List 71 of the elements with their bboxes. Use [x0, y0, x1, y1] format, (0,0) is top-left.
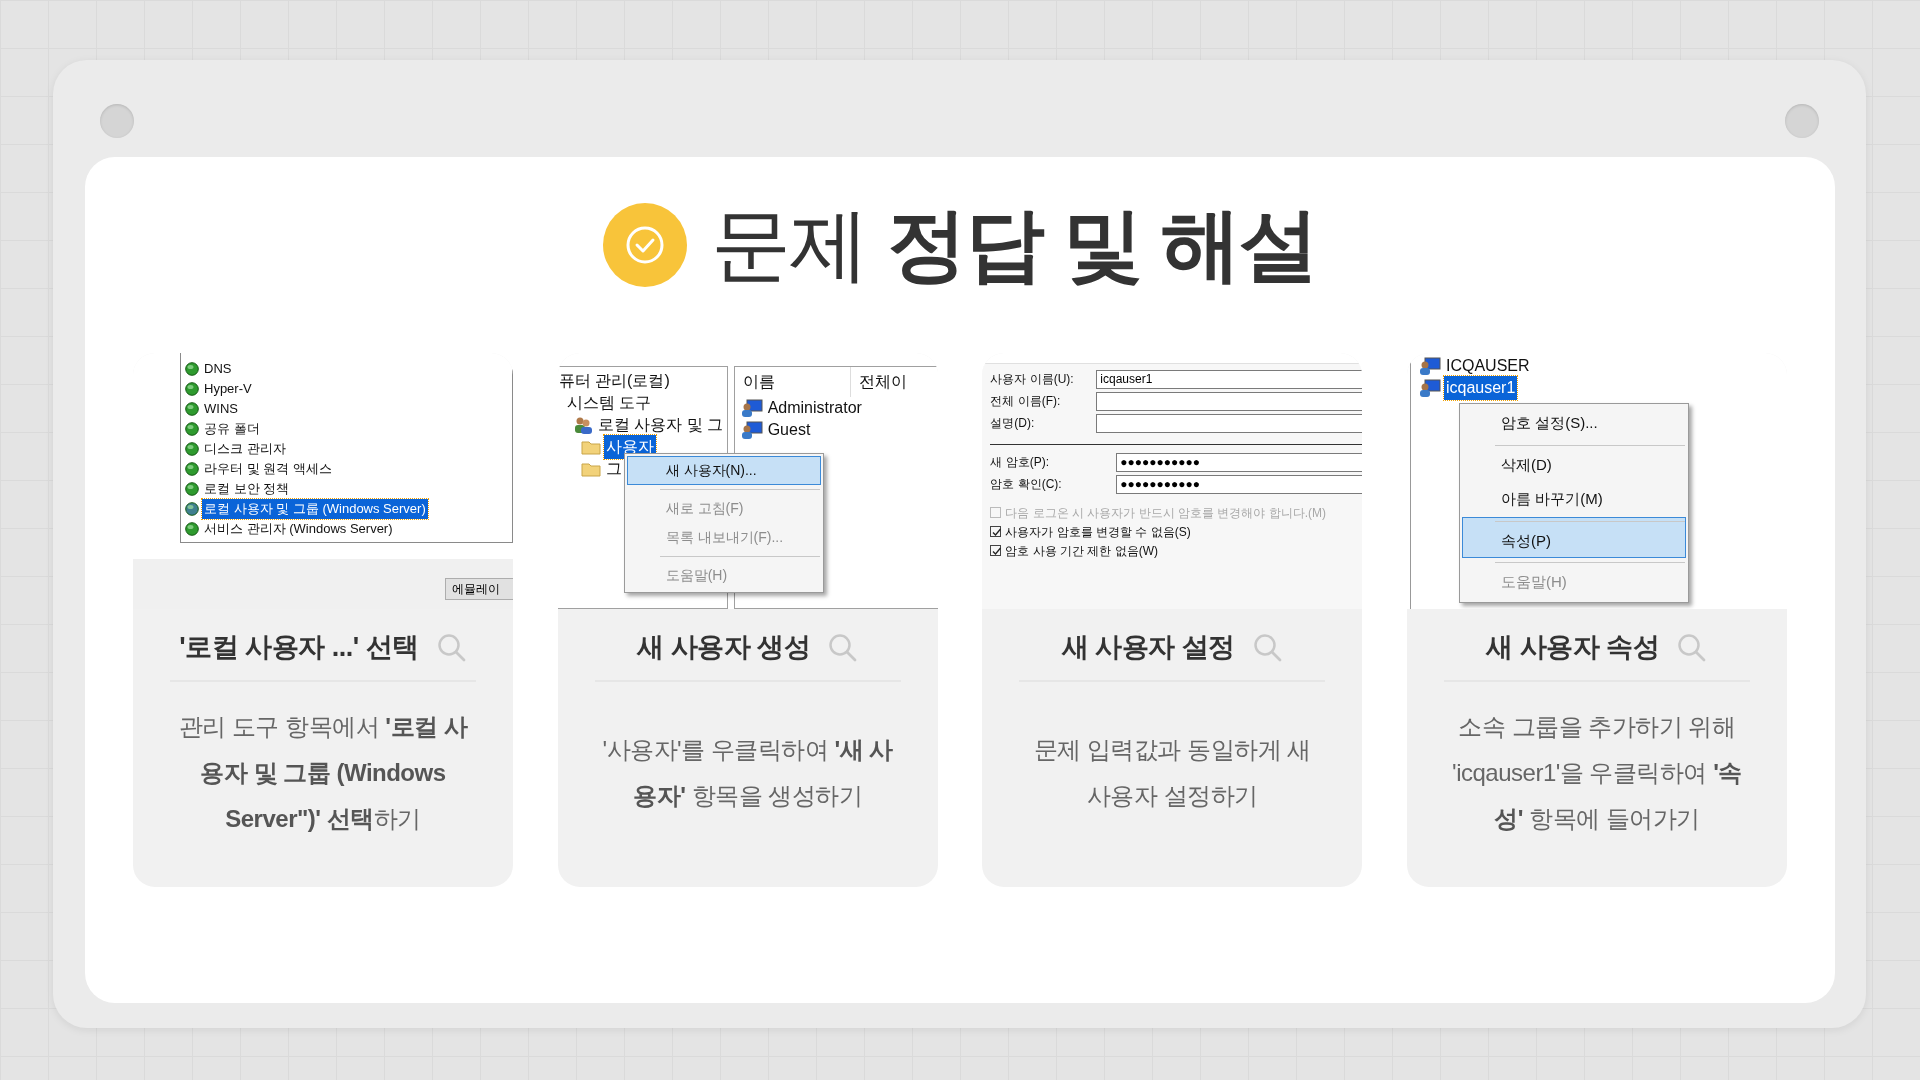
user-icon — [740, 421, 763, 439]
input-field[interactable]: icqauser1 — [1096, 369, 1363, 389]
tree-item[interactable]: icqauser1 — [1443, 376, 1518, 400]
search-icon — [1677, 632, 1708, 663]
menu-item[interactable]: 암호 설정(S)... — [1461, 406, 1686, 441]
tree-item[interactable]: 서비스 관리자 (Windows Server) — [202, 519, 395, 539]
page-title: 문제 정답 및 해설 — [710, 199, 1318, 291]
folder-icon — [580, 439, 601, 455]
input-field[interactable]: ●●●●●●●●●●● — [1116, 452, 1363, 472]
checkbox[interactable] — [990, 526, 1002, 537]
list-item[interactable]: Administrator — [765, 396, 864, 420]
tree-item[interactable]: WINS — [202, 399, 240, 419]
card-description: 문제 입력값과 동일하게 새 사용자 설정하기 — [1032, 734, 1312, 811]
tree-item[interactable]: 시스템 도구 — [564, 391, 654, 415]
status-dot-icon — [185, 382, 199, 396]
card-description: 관리 도구 항목에서 '로컬 사용자 및 그룹 (Windows Server")' 선택하기 — [177, 711, 469, 834]
tree-item[interactable]: DNS — [202, 359, 234, 379]
status-dot-icon — [185, 422, 199, 436]
check-circle-icon — [602, 203, 687, 287]
column-header[interactable]: 전체이 — [850, 367, 907, 397]
search-icon — [436, 632, 467, 663]
column-header[interactable]: 이름 — [734, 367, 851, 397]
status-dot-icon — [185, 402, 199, 416]
checkbox-label: 암호 사용 기간 제한 없음(W) — [1005, 542, 1158, 560]
dialog-button[interactable]: 에뮬레이 — [445, 578, 513, 600]
card-heading: 새 사용자 속성 — [1486, 631, 1660, 664]
checkbox-label: 다음 로그온 시 사용자가 반드시 암호를 변경해야 합니다.(M) — [1005, 504, 1326, 522]
input-field[interactable] — [1096, 391, 1363, 411]
tree-item[interactable]: Hyper-V — [202, 379, 254, 399]
tree-item[interactable]: 로컬 보안 정책 — [202, 479, 292, 499]
input-field[interactable] — [1096, 413, 1363, 433]
card-heading: 새 사용자 설정 — [1061, 631, 1235, 664]
user-icon — [740, 399, 763, 417]
menu-item[interactable]: 속성(P) — [1461, 516, 1686, 558]
users-icon — [572, 416, 593, 434]
tree-item[interactable]: 로컬 사용자 및 그 — [595, 413, 725, 437]
user-icon — [1418, 379, 1441, 397]
tree-item[interactable]: 퓨터 관리(로컬) — [557, 369, 672, 393]
tree-item[interactable]: 로컬 사용자 및 그룹 (Windows Server) — [202, 499, 428, 519]
field-label: 사용자 이름(U): — [990, 371, 1075, 388]
folder-icon — [580, 461, 601, 477]
input-field[interactable]: ●●●●●●●●●●● — [1116, 474, 1363, 494]
field-label: 설명(D): — [990, 415, 1036, 432]
card-heading: 새 사용자 생성 — [637, 631, 811, 664]
status-dot-icon — [185, 522, 199, 536]
field-label: 새 암호(P): — [990, 454, 1050, 471]
tree-item[interactable]: 그 — [603, 457, 624, 481]
menu-item[interactable]: 새 사용자(N)... — [626, 456, 821, 485]
tree-item[interactable]: 공유 폴더 — [202, 419, 262, 439]
checkbox-label: 사용자가 암호를 변경할 수 없음(S) — [1005, 523, 1191, 541]
card-description: 소속 그룹을 추가하기 위해 'icqauser1'을 우클릭하여 '속성' 항목에 들어가기 — [1451, 711, 1743, 834]
status-dot-icon — [185, 362, 199, 376]
checkbox[interactable] — [990, 545, 1002, 556]
user-icon — [1418, 357, 1441, 375]
tree-item[interactable]: 디스크 관리자 — [202, 439, 288, 459]
status-dot-icon — [185, 442, 199, 456]
pin-dot — [100, 104, 134, 138]
card-description: '사용자'를 우클릭하여 '새 사용자' 항목을 생성하기 — [601, 734, 894, 811]
list-item[interactable]: Guest — [765, 418, 813, 442]
field-label: 암호 확인(C): — [990, 476, 1063, 493]
status-dot-icon — [185, 502, 199, 516]
pin-dot — [1785, 104, 1819, 138]
status-dot-icon — [185, 462, 199, 476]
status-dot-icon — [185, 482, 199, 496]
search-icon — [1252, 632, 1283, 663]
search-icon — [828, 632, 859, 663]
menu-item[interactable]: 아름 바꾸기(M) — [1461, 482, 1686, 517]
card-heading: '로컬 사용자 ...' 선택 — [179, 631, 419, 664]
field-label: 전체 이름(F): — [990, 393, 1062, 410]
tree-item[interactable]: 라우터 및 원격 액세스 — [202, 459, 334, 479]
tree-item[interactable]: ICQAUSER — [1443, 354, 1532, 378]
